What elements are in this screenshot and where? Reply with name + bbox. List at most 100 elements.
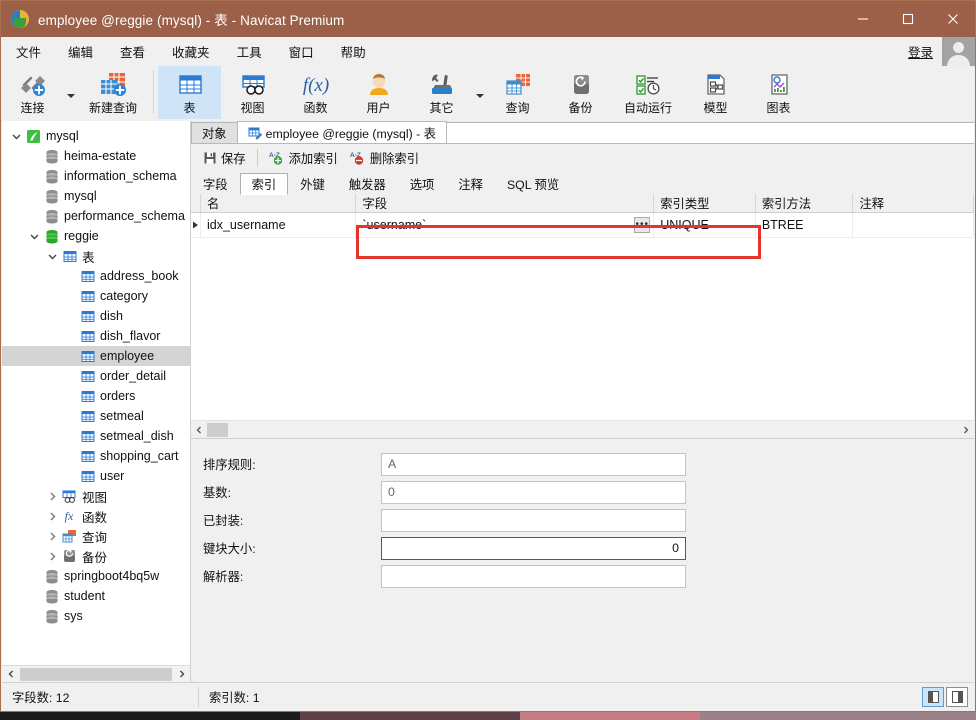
function-icon: f(x)	[301, 70, 331, 100]
subtab-注释[interactable]: 注释	[446, 173, 495, 194]
ribbon-user-button[interactable]: 用户	[347, 66, 410, 119]
menu-edit[interactable]: 编辑	[56, 38, 105, 65]
field-picker-ellipsis-button[interactable]: •••	[634, 217, 651, 233]
scroll-left-icon[interactable]	[2, 666, 19, 682]
connection-dropdown-caret[interactable]	[64, 66, 77, 119]
subtab-SQL-预览[interactable]: SQL 预览	[495, 173, 571, 194]
ribbon-other-button[interactable]: 其它	[410, 66, 473, 119]
tree-item-category[interactable]: category	[2, 286, 190, 306]
grid-cell-字段[interactable]: `username` •••	[356, 213, 655, 237]
tree-twisty-icon[interactable]	[44, 246, 60, 266]
tree-item-performance_schema[interactable]: performance_schema	[2, 206, 190, 226]
tree-item-employee[interactable]: employee	[2, 346, 190, 366]
tree-item-mysql[interactable]: mysql	[2, 186, 190, 206]
navicat-connection-icon	[24, 126, 43, 146]
ribbon-connection-button[interactable]: 连接	[1, 66, 64, 119]
ribbon-view-button[interactable]: 视图	[221, 66, 284, 119]
tree-item-setmeal_dish[interactable]: setmeal_dish	[2, 426, 190, 446]
ribbon-table-button[interactable]: 表	[158, 66, 221, 119]
view-left-pane-toggle[interactable]	[922, 686, 944, 707]
tree-item---[interactable]: 视图	[2, 486, 190, 506]
tree-item-order_detail[interactable]: order_detail	[2, 366, 190, 386]
grid-cell-名[interactable]: idx_username	[201, 213, 357, 237]
tree-item-address_book[interactable]: address_book	[2, 266, 190, 286]
tree-item-dish[interactable]: dish	[2, 306, 190, 326]
ribbon-new-query-button[interactable]: 新建查询	[77, 66, 149, 119]
tab-objects[interactable]: 对象	[191, 122, 238, 143]
grid-cell-注释[interactable]	[853, 213, 974, 237]
tree-item-sys[interactable]: sys	[2, 606, 190, 626]
property-input-2[interactable]	[381, 508, 686, 532]
maximize-button[interactable]	[885, 1, 930, 37]
grid-cell-索引类型[interactable]: UNIQUE	[654, 213, 756, 237]
subtab-触发器[interactable]: 触发器	[337, 173, 398, 194]
tree-twisty-icon[interactable]	[44, 526, 60, 546]
grid-scroll-left-icon[interactable]	[191, 421, 207, 438]
property-input-3[interactable]: 0	[381, 536, 686, 560]
grid-header-名[interactable]: 名	[201, 194, 357, 212]
grid-header-索引方法[interactable]: 索引方法	[756, 194, 854, 212]
tree-item-shopping_cart[interactable]: shopping_cart	[2, 446, 190, 466]
login-link[interactable]: 登录	[908, 42, 933, 61]
subtab-外键[interactable]: 外键	[288, 173, 337, 194]
tree-item-mysql[interactable]: mysql	[2, 126, 190, 146]
ribbon-chart-button[interactable]: 图表	[747, 66, 810, 119]
tree-twisty-icon[interactable]	[44, 486, 60, 506]
tree-item---[interactable]: 查询	[2, 526, 190, 546]
property-input-1[interactable]: 0	[381, 480, 686, 504]
tree-item---[interactable]: 备份	[2, 546, 190, 566]
menu-help[interactable]: 帮助	[329, 38, 378, 65]
grid-horizontal-scrollbar[interactable]	[191, 420, 974, 438]
tree-item-heima-estate[interactable]: heima-estate	[2, 146, 190, 166]
grid-header-索引类型[interactable]: 索引类型	[654, 194, 756, 212]
ribbon-backup-button[interactable]: 备份	[549, 66, 612, 119]
delete-index-button[interactable]: A-Z 删除索引	[344, 147, 425, 169]
tab-employee-table[interactable]: employee @reggie (mysql) - 表	[236, 121, 447, 143]
property-input-4[interactable]	[381, 564, 686, 588]
grid-scroll-thumb[interactable]	[207, 422, 228, 437]
ribbon-automation-button[interactable]: 自动运行	[612, 66, 684, 119]
grid-scroll-right-icon[interactable]	[958, 421, 974, 438]
grid-cell-索引方法[interactable]: BTREE	[756, 213, 854, 237]
tree-item--[interactable]: 表	[2, 246, 190, 266]
tree-item-dish_flavor[interactable]: dish_flavor	[2, 326, 190, 346]
menu-favorites[interactable]: 收藏夹	[160, 38, 222, 65]
view-right-pane-toggle[interactable]	[946, 686, 968, 707]
scroll-right-icon[interactable]	[173, 666, 190, 682]
sidebar-scroll-thumb[interactable]	[20, 667, 172, 681]
menu-file[interactable]: 文件	[4, 38, 53, 65]
property-input-0[interactable]: A	[381, 452, 686, 476]
table-row[interactable]: idx_username `username` ••• UNIQUE BTREE	[191, 213, 974, 238]
menu-view[interactable]: 查看	[108, 38, 157, 65]
subtab-字段[interactable]: 字段	[191, 173, 240, 194]
close-button[interactable]	[930, 1, 975, 37]
ribbon-function-button[interactable]: f(x) 函数	[284, 66, 347, 119]
tree-item---[interactable]: fx 函数	[2, 506, 190, 526]
add-index-button[interactable]: A-Z 添加索引	[263, 147, 344, 169]
grid-header-注释[interactable]: 注释	[853, 194, 975, 212]
tree-item-information_schema[interactable]: information_schema	[2, 166, 190, 186]
menu-tools[interactable]: 工具	[225, 38, 274, 65]
tree-twisty-icon[interactable]	[26, 226, 42, 246]
menu-window[interactable]: 窗口	[277, 38, 326, 65]
tree-item-reggie[interactable]: reggie	[2, 226, 190, 246]
minimize-button[interactable]	[840, 1, 885, 37]
subtab-选项[interactable]: 选项	[398, 173, 447, 194]
tree-item-springboot4bq5w[interactable]: springboot4bq5w	[2, 566, 190, 586]
tree-item-student[interactable]: student	[2, 586, 190, 606]
grid-header-字段[interactable]: 字段	[356, 194, 655, 212]
ribbon-model-button[interactable]: 模型	[684, 66, 747, 119]
row-selector-icon[interactable]	[191, 213, 201, 237]
sidebar-horizontal-scrollbar[interactable]	[2, 665, 191, 682]
other-dropdown-caret[interactable]	[473, 66, 486, 119]
subtab-索引[interactable]: 索引	[239, 173, 289, 195]
tree-item-setmeal[interactable]: setmeal	[2, 406, 190, 426]
ribbon-query-button[interactable]: 查询	[486, 66, 549, 119]
tree-twisty-icon[interactable]	[8, 126, 24, 146]
tree-item-user[interactable]: user	[2, 466, 190, 486]
tree-item-orders[interactable]: orders	[2, 386, 190, 406]
tree-twisty-icon[interactable]	[44, 506, 60, 526]
tree-twisty-icon[interactable]	[44, 546, 60, 566]
avatar[interactable]	[942, 37, 975, 66]
save-button[interactable]: 保存	[197, 147, 252, 169]
